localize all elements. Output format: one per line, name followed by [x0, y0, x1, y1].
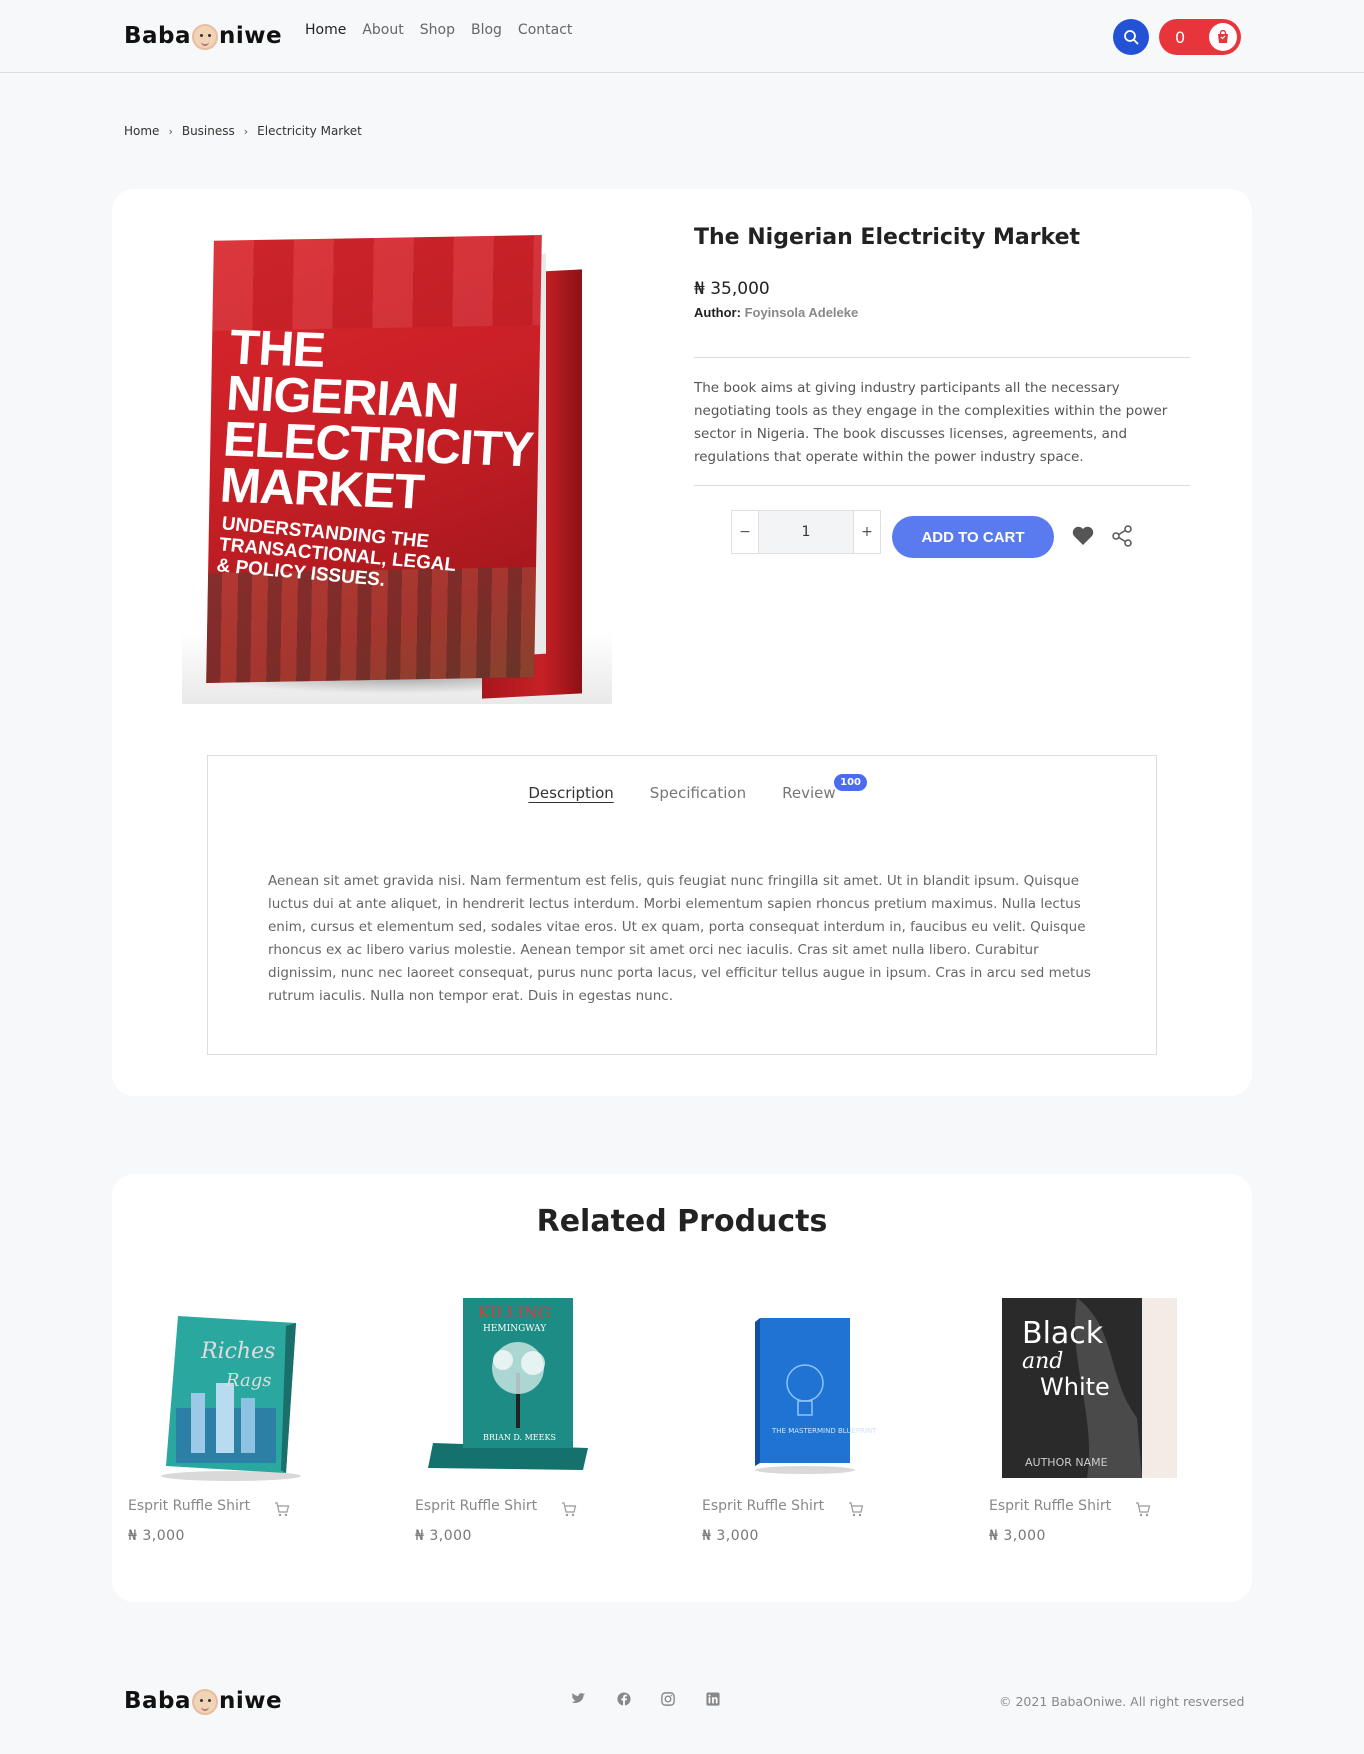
- product-image[interactable]: THE MASTERMIND BLUEPRINT: [710, 1298, 895, 1483]
- related-product-card[interactable]: THE MASTERMIND BLUEPRINT Esprit Ruffle S…: [686, 1298, 946, 1548]
- cover-title: THE NIGERIAN ELECTRICITY MARKET: [218, 320, 541, 519]
- copyright-text: © 2021 BabaOniwe. All right resversed: [999, 1694, 1245, 1709]
- cart-icon[interactable]: [1135, 1501, 1151, 1517]
- product-price: ₦ 35,000: [694, 279, 770, 299]
- shopping-bag-icon: [1209, 23, 1237, 51]
- nav-contact[interactable]: Contact: [518, 22, 572, 38]
- product-name[interactable]: Esprit Ruffle Shirt: [702, 1498, 824, 1514]
- cover-text: HEMINGWAY: [483, 1324, 547, 1334]
- cart-icon[interactable]: [561, 1501, 577, 1517]
- product-price: ₦ 3,000: [702, 1528, 759, 1544]
- cover-background: [212, 235, 542, 331]
- cover-text: AUTHOR NAME: [1025, 1456, 1108, 1469]
- tab-list: Description Specification Review 100: [208, 774, 1156, 802]
- site-logo[interactable]: Baba niwe: [124, 18, 282, 54]
- related-products-section: Related Products Riches Rags Esprit Ruff…: [112, 1174, 1252, 1602]
- site-header: Baba niwe Home About Shop Blog Contact 0: [0, 0, 1364, 73]
- quantity-input[interactable]: 1: [758, 511, 854, 553]
- search-icon: [1124, 30, 1139, 45]
- breadcrumb: Home › Business › Electricity Market: [124, 124, 362, 138]
- product-tabs: Description Specification Review 100 Aen…: [207, 755, 1157, 1055]
- product-name[interactable]: Esprit Ruffle Shirt: [128, 1498, 250, 1514]
- quantity-stepper: − 1 +: [731, 510, 881, 554]
- nav-blog[interactable]: Blog: [471, 22, 502, 38]
- tab-specification[interactable]: Specification: [650, 784, 746, 802]
- logo-text-left: Baba: [124, 1688, 192, 1714]
- product-image[interactable]: Riches Rags: [136, 1298, 321, 1483]
- cover-text: BRIAN D. MEEKS: [483, 1433, 556, 1442]
- product-title: The Nigerian Electricity Market: [694, 225, 1081, 250]
- product-name[interactable]: Esprit Ruffle Shirt: [989, 1498, 1111, 1514]
- quantity-increment-button[interactable]: +: [854, 524, 880, 540]
- book-cover: THE NIGERIAN ELECTRICITY MARKET UNDERSTA…: [206, 235, 542, 683]
- cover-text: White: [1040, 1373, 1110, 1401]
- product-price: ₦ 3,000: [128, 1528, 185, 1544]
- search-button[interactable]: [1113, 19, 1149, 55]
- twitter-icon[interactable]: [570, 1690, 588, 1708]
- facebook-icon[interactable]: [615, 1690, 633, 1708]
- product-description: The book aims at giving industry partici…: [694, 380, 1168, 465]
- cover-text: KILLING: [478, 1303, 551, 1322]
- tab-review-label: Review: [782, 784, 836, 802]
- related-product-card[interactable]: Riches Rags Esprit Ruffle Shirt ₦ 3,000: [112, 1298, 372, 1548]
- author-label: Author:: [694, 305, 741, 320]
- product-author: Author: Foyinsola Adeleke: [694, 305, 858, 320]
- quantity-decrement-button[interactable]: −: [732, 524, 758, 540]
- related-product-card[interactable]: KILLING HEMINGWAY BRIAN D. MEEKS Esprit …: [399, 1298, 659, 1548]
- cart-count: 0: [1175, 27, 1186, 47]
- tab-description[interactable]: Description: [528, 784, 613, 802]
- main-nav: Home About Shop Blog Contact: [305, 22, 588, 38]
- breadcrumb-business[interactable]: Business: [182, 124, 235, 138]
- product-price: ₦ 3,000: [989, 1528, 1046, 1544]
- nav-shop[interactable]: Shop: [420, 22, 455, 38]
- product-name[interactable]: Esprit Ruffle Shirt: [415, 1498, 537, 1514]
- cover-text: and: [1022, 1349, 1063, 1374]
- heart-icon[interactable]: [1071, 524, 1095, 546]
- baba-face-icon: [192, 1689, 219, 1715]
- product-image: THE NIGERIAN ELECTRICITY MARKET UNDERSTA…: [182, 224, 612, 704]
- logo-text-right: niwe: [219, 23, 283, 49]
- footer-logo[interactable]: Baba niwe: [124, 1683, 282, 1719]
- cart-icon[interactable]: [274, 1501, 290, 1517]
- nav-home[interactable]: Home: [305, 22, 346, 38]
- product-card: THE NIGERIAN ELECTRICITY MARKET UNDERSTA…: [112, 189, 1252, 1096]
- add-to-cart-button[interactable]: ADD TO CART: [892, 516, 1054, 558]
- related-product-card[interactable]: Black and White AUTHOR NAME Esprit Ruffl…: [973, 1298, 1233, 1548]
- svg-text:Rags: Rags: [225, 1370, 271, 1391]
- review-count-badge: 100: [834, 774, 867, 791]
- cart-button[interactable]: 0: [1159, 19, 1241, 55]
- author-name[interactable]: Foyinsola Adeleke: [745, 305, 859, 320]
- nav-about[interactable]: About: [362, 22, 403, 38]
- breadcrumb-home[interactable]: Home: [124, 124, 159, 138]
- chevron-right-icon: ›: [243, 124, 249, 138]
- breadcrumb-current: Electricity Market: [257, 124, 362, 138]
- share-icon[interactable]: [1110, 524, 1134, 548]
- cart-icon[interactable]: [848, 1501, 864, 1517]
- baba-face-icon: [192, 24, 219, 50]
- tab-review[interactable]: Review 100: [782, 774, 867, 802]
- cover-text: Black: [1022, 1316, 1104, 1351]
- related-products-title: Related Products: [536, 1204, 828, 1239]
- logo-text-right: niwe: [219, 1688, 283, 1714]
- logo-text-left: Baba: [124, 23, 192, 49]
- instagram-icon[interactable]: [659, 1690, 677, 1708]
- cover-text: THE MASTERMIND BLUEPRINT: [771, 1427, 877, 1435]
- divider: [694, 485, 1190, 486]
- product-price: ₦ 3,000: [415, 1528, 472, 1544]
- svg-text:Riches: Riches: [200, 1339, 275, 1364]
- product-image[interactable]: Black and White AUTHOR NAME: [997, 1298, 1182, 1483]
- chevron-right-icon: ›: [168, 124, 173, 138]
- tab-content: Aenean sit amet gravida nisi. Nam fermen…: [268, 873, 1091, 1004]
- divider: [694, 357, 1190, 358]
- product-image[interactable]: KILLING HEMINGWAY BRIAN D. MEEKS: [423, 1298, 608, 1483]
- linkedin-icon[interactable]: [704, 1690, 722, 1708]
